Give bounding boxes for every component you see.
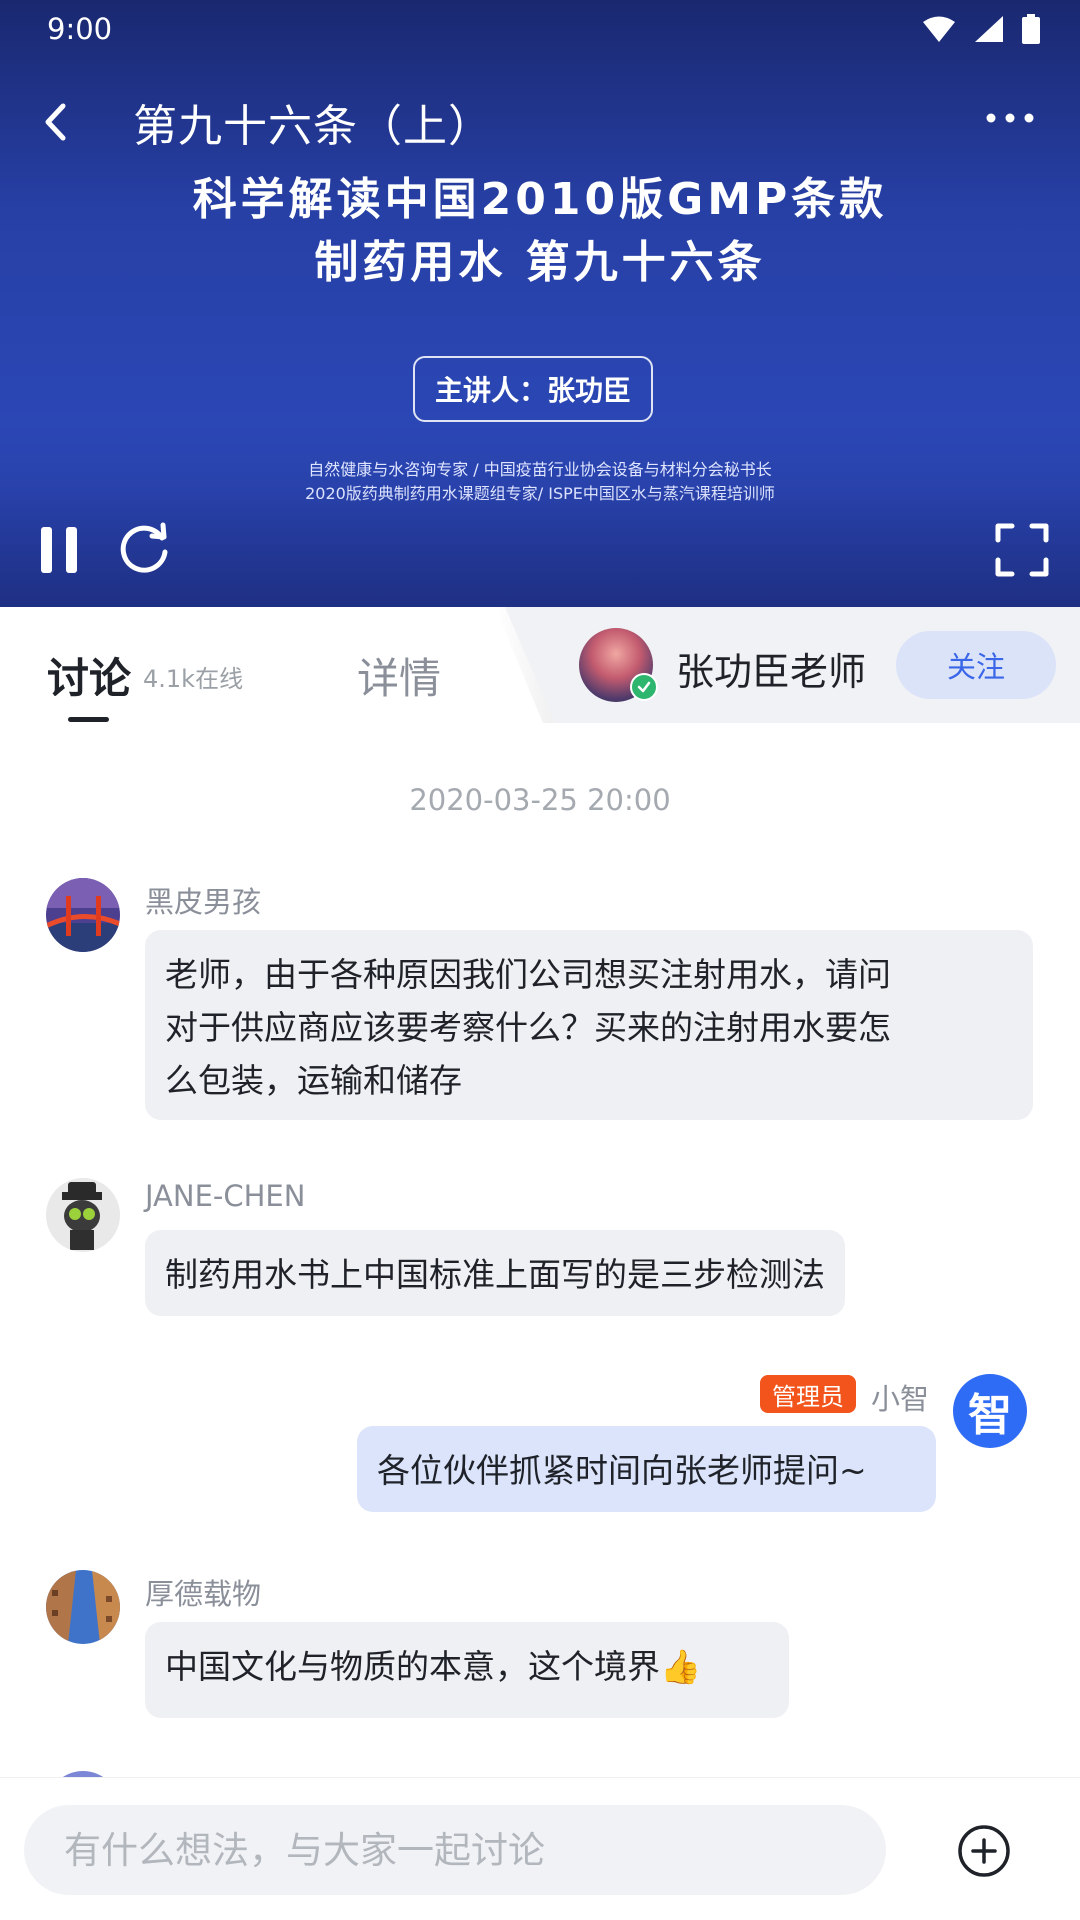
video-topbar: 第九十六条（上） xyxy=(0,84,1080,154)
message-line: 老师，由于各种原因我们公司想买注射用水，请问 xyxy=(165,955,891,994)
username: 小智 xyxy=(871,1382,930,1416)
back-button[interactable] xyxy=(30,96,82,148)
slide-title-line2: 制药用水 第九十六条 xyxy=(314,237,766,288)
verified-icon xyxy=(630,673,658,701)
comment-input[interactable] xyxy=(24,1805,886,1895)
message-bubble[interactable]: 中国文化与物质的本意，这个境界👍 xyxy=(145,1622,789,1718)
chat-list[interactable]: 2020-03-25 20:00 黑皮男孩 老师，由于各种原因我们公司想买注射用… xyxy=(0,723,1080,1778)
speaker-label: 主讲人：张功臣 xyxy=(413,356,653,422)
speaker-desc-line1: 自然健康与水咨询专家 / 中国疫苗行业协会设备与材料分会秘书长 xyxy=(308,460,772,479)
status-icons xyxy=(922,14,1040,44)
video-player[interactable]: 9:00 第九十六条（上） 科学解读中国2010版GMP条款 制药用水 第九十六… xyxy=(0,0,1080,607)
slide-title-line1: 科学解读中国2010版GMP条款 xyxy=(192,174,888,225)
message-line: 对于供应商应该要考察什么？买来的注射用水要怎 xyxy=(165,1008,891,1047)
refresh-icon xyxy=(120,522,168,573)
tab-indicator xyxy=(68,717,109,722)
avatar[interactable] xyxy=(46,1178,120,1252)
add-button[interactable] xyxy=(957,1824,1011,1878)
chevron-left-icon xyxy=(45,103,66,141)
signal-icon xyxy=(975,16,1003,42)
avatar[interactable] xyxy=(46,878,120,952)
fullscreen-button[interactable] xyxy=(992,520,1052,580)
plus-circle-icon xyxy=(958,1825,1010,1877)
pause-button[interactable] xyxy=(34,522,84,578)
message-bubble[interactable]: 各位伙伴抓紧时间向张老师提问~ xyxy=(357,1426,936,1512)
replay-button[interactable] xyxy=(114,520,174,580)
avatar[interactable] xyxy=(46,1570,120,1644)
status-time: 9:00 xyxy=(47,12,113,46)
username: 黑皮男孩 xyxy=(145,885,262,919)
message-bubble[interactable]: 老师，由于各种原因我们公司想买注射用水，请问 对于供应商应该要考察什么？买来的注… xyxy=(145,930,1033,1120)
fullscreen-icon xyxy=(995,523,1049,577)
message-bubble[interactable]: 制药用水书上中国标准上面写的是三步检测法 xyxy=(145,1230,845,1316)
input-bar xyxy=(0,1778,1080,1920)
teacher-name[interactable]: 张功臣老师 xyxy=(676,641,866,696)
username: 厚德载物 xyxy=(145,1577,262,1611)
message-line: 么包装，运输和储存 xyxy=(165,1061,462,1100)
admin-badge: 管理员 xyxy=(760,1375,856,1413)
pause-icon xyxy=(41,527,77,573)
more-icon xyxy=(986,113,1034,123)
chat-timestamp: 2020-03-25 20:00 xyxy=(409,783,671,817)
wifi-icon xyxy=(923,16,955,42)
follow-button[interactable]: 关注 xyxy=(896,631,1056,699)
status-bar: 9:00 xyxy=(0,0,1080,60)
online-count: 4.1k在线 xyxy=(143,665,244,693)
avatar[interactable] xyxy=(46,1771,120,1778)
username: JANE-CHEN xyxy=(145,1179,306,1213)
speaker-desc-line2: 2020版药典制药用水课题组专家/ ISPE中国区水与蒸汽课程培训师 xyxy=(305,484,775,503)
more-button[interactable] xyxy=(980,98,1040,138)
avatar-initial: 智 xyxy=(968,1390,1012,1441)
tab-discussion[interactable]: 讨论 xyxy=(47,645,131,706)
tab-bar: 讨论 4.1k在线 详情 张功臣老师 关注 xyxy=(0,607,1080,723)
avatar[interactable]: 智 xyxy=(953,1374,1027,1448)
video-title: 第九十六条（上） xyxy=(133,101,493,152)
tab-detail[interactable]: 详情 xyxy=(357,645,441,706)
battery-icon xyxy=(1022,14,1040,44)
